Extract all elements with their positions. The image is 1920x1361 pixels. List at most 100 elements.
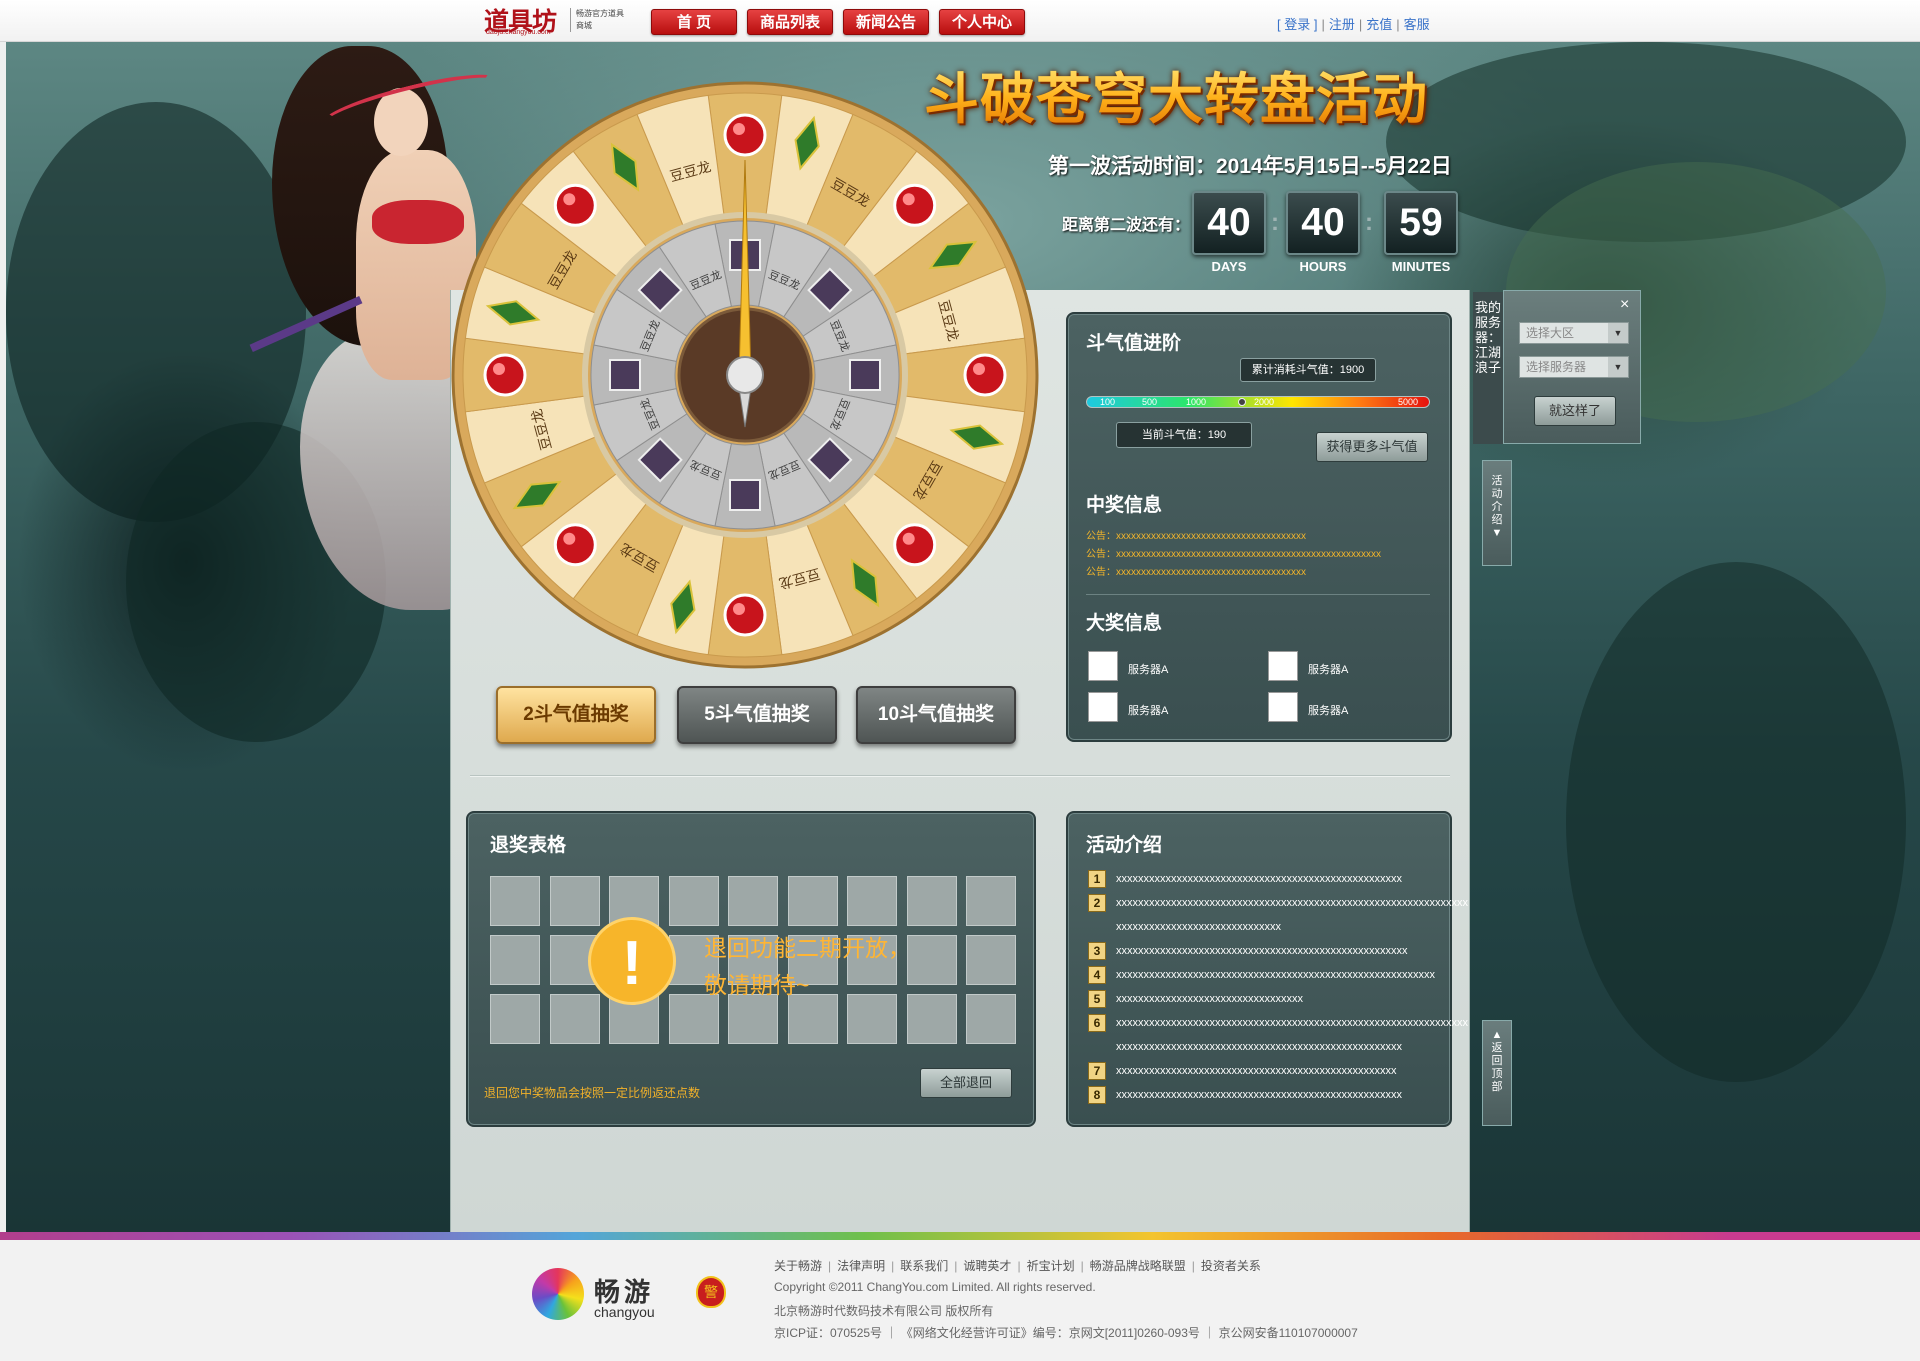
region-select[interactable]: 选择大区 ▼ — [1519, 322, 1629, 344]
refund-slot[interactable] — [906, 876, 957, 926]
power-marker — [1238, 398, 1246, 406]
nav-products-button[interactable]: 商品列表 — [747, 9, 833, 35]
server-confirm-button[interactable]: 就这样了 — [1534, 396, 1616, 426]
prize-wheel[interactable]: 豆豆龙豆豆龙豆豆龙豆豆龙豆豆龙豆豆龙豆豆龙豆豆龙豆豆龙豆豆龙豆豆龙豆豆龙豆豆龙豆… — [450, 80, 1040, 670]
intro-item-number: 3 — [1088, 942, 1106, 960]
footer-link[interactable]: 诚聘英才 — [963, 1259, 1011, 1273]
grand-prize-title: 大奖信息 — [1086, 613, 1163, 634]
total-power-bubble: 累计消耗斗气值：1900 — [1240, 358, 1376, 382]
prize-thumbnail-icon — [609, 359, 641, 391]
countdown-days-label: DAYS — [1211, 259, 1247, 274]
red-gem-icon — [483, 353, 527, 397]
back-to-top-tab[interactable]: ▲ 返回顶部 — [1482, 1020, 1512, 1126]
countdown-days: 40 — [1192, 191, 1266, 255]
countdown-separator: : — [1271, 209, 1279, 236]
nav-profile-button[interactable]: 个人中心 — [939, 9, 1025, 35]
refund-slot[interactable] — [966, 935, 1016, 985]
draw-10-button[interactable]: 10斗气值抽奖 — [856, 686, 1016, 744]
footer-link[interactable]: 关于畅游 — [774, 1259, 822, 1273]
refund-slot[interactable] — [668, 876, 719, 926]
footer-color-strip — [0, 1232, 1920, 1240]
service-link[interactable]: 客服 — [1404, 17, 1430, 32]
intro-item-number: 7 — [1088, 1062, 1106, 1080]
intro-item-number: 5 — [1088, 990, 1106, 1008]
footer-link[interactable]: 祈宝计划 — [1027, 1259, 1075, 1273]
side-intro-tab[interactable]: 活动介绍 ▼ — [1482, 460, 1512, 566]
red-gem-icon — [733, 603, 745, 615]
red-gem-icon — [902, 193, 915, 206]
footer-link[interactable]: 联系我们 — [900, 1259, 948, 1273]
footer-copyright: Copyright ©2011 ChangYou.com Limited. Al… — [774, 1280, 1096, 1294]
draw-2-button[interactable]: 2斗气值抽奖 — [496, 686, 656, 744]
grand-prize-server: 服务器A — [1308, 705, 1349, 717]
power-tick: 100 — [1100, 397, 1116, 407]
intro-item-text: xxxxxxxxxxxxxxxxxxxxxxxxxxxxxxxxxxxxxxxx… — [1116, 1041, 1402, 1053]
footer-link[interactable]: 投资者关系 — [1201, 1259, 1261, 1273]
changyou-logo-icon[interactable] — [532, 1268, 584, 1320]
refund-slot[interactable] — [490, 935, 540, 985]
police-badge-icon[interactable]: 警 — [696, 1276, 726, 1308]
intro-item-number: 2 — [1088, 894, 1106, 912]
intro-item-number: 1 — [1088, 870, 1106, 888]
refund-slot[interactable] — [549, 876, 600, 926]
prize-thumbnail-icon — [729, 479, 761, 511]
red-gem-icon — [553, 523, 597, 567]
refund-slot[interactable] — [490, 994, 540, 1044]
refund-slot[interactable] — [906, 994, 957, 1044]
refund-slot[interactable] — [728, 876, 778, 926]
countdown-label: 距离第二波还有： — [1062, 217, 1191, 234]
intro-item-text: xxxxxxxxxxxxxxxxxxxxxxxxxxxxxxxxxxxxxxxx… — [1116, 1017, 1468, 1029]
power-tick: 500 — [1142, 397, 1158, 407]
chevron-down-icon: ▼ — [1608, 357, 1628, 377]
prize-thumbnail-icon — [849, 359, 881, 391]
intro-item-text: xxxxxxxxxxxxxxxxxxxxxxxxxxxxxxxxxxxxxxxx… — [1116, 873, 1402, 885]
close-icon[interactable]: × — [1620, 296, 1629, 314]
register-link[interactable]: 注册 — [1329, 17, 1355, 32]
get-more-power-button[interactable]: 获得更多斗气值 — [1316, 432, 1428, 462]
refund-slot[interactable] — [787, 876, 838, 926]
top-links: [ 登录 ] | 注册 | 充值 | 客服 — [1277, 17, 1430, 32]
login-link[interactable]: [ 登录 ] — [1277, 17, 1317, 32]
refund-slot[interactable] — [966, 994, 1016, 1044]
refund-slot[interactable] — [549, 994, 600, 1044]
wheel-center-button[interactable] — [726, 356, 764, 394]
refund-all-button[interactable]: 全部退回 — [920, 1068, 1012, 1098]
nav-news-button[interactable]: 新闻公告 — [843, 9, 929, 35]
prize-notice: 公告：xxxxxxxxxxxxxxxxxxxxxxxxxxxxxxxxxxxxx… — [1086, 531, 1306, 542]
event-time: 第一波活动时间：2014年5月15日--5月22日 — [1048, 155, 1452, 178]
grand-prize-server: 服务器A — [1308, 664, 1349, 676]
refund-note: 退回您中奖物品会按照一定比例返还点数 — [484, 1086, 701, 1100]
red-gem-icon — [733, 123, 745, 135]
power-title: 斗气值进阶 — [1086, 333, 1182, 354]
grand-prize-server: 服务器A — [1128, 705, 1169, 717]
intro-item-text: xxxxxxxxxxxxxxxxxxxxxxxxxxxxxxxxxxxxxxxx… — [1116, 945, 1408, 957]
prize-notice: 公告：xxxxxxxxxxxxxxxxxxxxxxxxxxxxxxxxxxxxx… — [1086, 567, 1306, 578]
grand-prize-slot — [1088, 651, 1118, 681]
site-logo-url: daoju.changyou.com — [486, 29, 551, 36]
refund-slot[interactable] — [906, 935, 957, 985]
countdown-hours: 40 — [1286, 191, 1360, 255]
refund-slot[interactable] — [490, 876, 540, 926]
refund-slot[interactable] — [847, 876, 897, 926]
red-gem-icon — [723, 593, 767, 637]
grand-prize-slot — [1268, 651, 1298, 681]
footer-link[interactable]: 法律声明 — [837, 1259, 885, 1273]
top-bar: 道具坊 daoju.changyou.com 畅游官方道具商城 首 页 商品列表… — [0, 0, 1920, 42]
intro-item-text: xxxxxxxxxxxxxxxxxxxxxxxxxxxxxxxxxxxxxxxx… — [1116, 897, 1468, 909]
grand-prize-server: 服务器A — [1128, 664, 1169, 676]
refund-slot[interactable] — [966, 876, 1016, 926]
red-gem-icon — [723, 113, 767, 157]
server-select[interactable]: 选择服务器 ▼ — [1519, 356, 1629, 378]
my-server-tab[interactable]: 我的服务器：江湖浪子 — [1473, 292, 1503, 444]
recharge-link[interactable]: 充值 — [1366, 17, 1392, 32]
power-tick: 1000 — [1186, 397, 1207, 407]
draw-5-button[interactable]: 5斗气值抽奖 — [677, 686, 837, 744]
red-gem-icon — [563, 532, 576, 545]
intro-item-text: xxxxxxxxxxxxxxxxxxxxxxxxxxxxxxxxxxxxxxxx… — [1116, 969, 1435, 981]
refund-title: 退奖表格 — [490, 835, 567, 856]
red-gem-icon — [963, 353, 1007, 397]
site-logo-subtitle: 畅游官方道具商城 — [570, 8, 630, 32]
chevron-down-icon: ▼ — [1608, 323, 1628, 343]
nav-home-button[interactable]: 首 页 — [651, 9, 737, 35]
footer-link[interactable]: 畅游品牌战略联盟 — [1090, 1259, 1186, 1273]
